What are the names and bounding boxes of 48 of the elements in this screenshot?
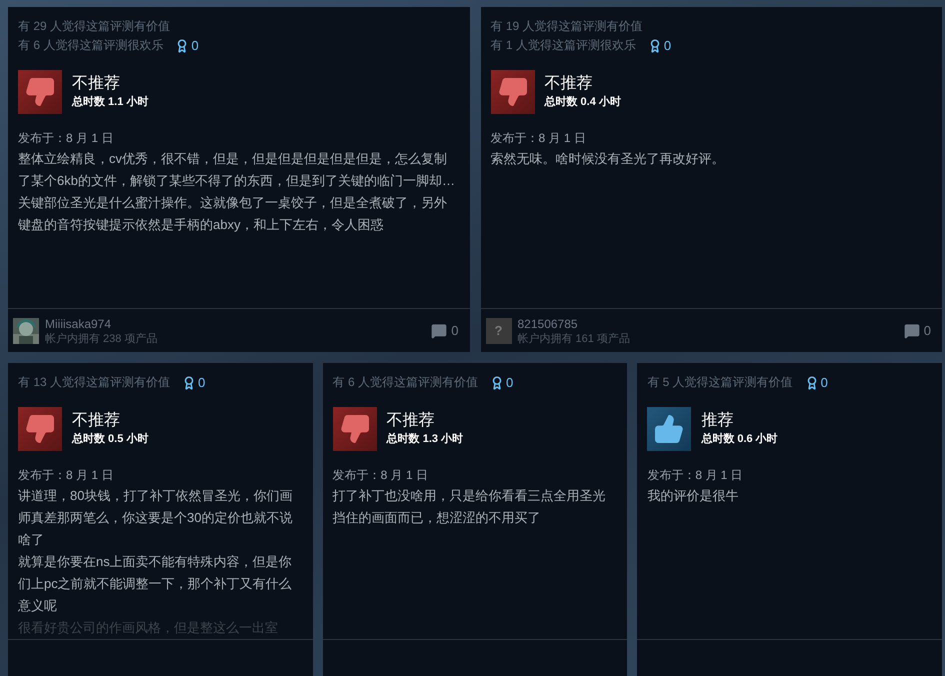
helpful-count: 有 5 人觉得这篇评测有价值 <box>647 374 793 392</box>
comment-count[interactable]: 0 <box>431 320 458 340</box>
helpful-count: 有 6 人觉得这篇评测有价值 <box>332 374 478 392</box>
review-text: 我的评价是很牛 <box>647 486 740 504</box>
playtime: 总时数 1.1 小时 <box>72 94 148 110</box>
funny-count: 有 1 人觉得这篇评测很欢乐 <box>490 37 636 54</box>
comments-icon <box>904 322 920 338</box>
thumbs-down-icon <box>24 76 56 108</box>
verdict-title: 不推荐 <box>544 74 594 94</box>
review-text: 就算是你要在ns上面卖不能有特殊内容，但是你们上pc之前就不能调整一下，那个补丁又有什么意义呢 <box>18 552 293 614</box>
award-count[interactable]: 0 <box>175 36 199 56</box>
review-text: 整体立绘精良，cv优秀，很不错，但是，但是但是但是但是但是，怎么复制了某个6kb的文件，解锁了某些不得了的东西，但是到了关键的临门一脚却…关键部位圣光是什么蜜汁操作。这就像包了一桌饺子，但是全煮破了，另外键盘的音符按键提示依然是手柄的abxy，和上下左右，令人困惑 <box>18 150 456 234</box>
verdict-title: 不推荐 <box>72 74 121 94</box>
author-name[interactable]: 821506785 <box>518 316 630 332</box>
post-date: 发布于：8 月 1 日 <box>18 466 114 484</box>
funny-count: 有 6 人觉得这篇评测很欢乐 <box>18 37 164 54</box>
comment-count[interactable]: 0 <box>904 320 931 340</box>
playtime: 总时数 1.3 小时 <box>386 432 464 446</box>
helpful-count: 有 13 人觉得这篇评测有价值 <box>18 374 170 392</box>
post-date: 发布于：8 月 1 日 <box>647 466 744 484</box>
thumbs-down-icon <box>338 412 371 444</box>
verdict-title: 推荐 <box>701 410 734 430</box>
award-count[interactable]: 0 <box>182 373 206 392</box>
author-name[interactable]: Miiiisaka974 <box>45 316 158 332</box>
review-text: 索然无味。啥时候没有圣光了再改好评。 <box>490 150 726 168</box>
verdict-title: 不推荐 <box>72 410 121 430</box>
post-date: 发布于：8 月 1 日 <box>490 130 587 146</box>
helpful-count: 有 19 人觉得这篇评测有价值 <box>490 18 644 35</box>
review-text: 打了补丁也没啥用，只是给你看看三点全用圣光挡住的画面而已，想涩涩的不用买了 <box>332 486 607 526</box>
verdict-title: 不推荐 <box>386 410 436 430</box>
post-date: 发布于：8 月 1 日 <box>332 466 430 484</box>
default-avatar: ? <box>486 318 512 344</box>
award-count[interactable]: 0 <box>648 36 672 56</box>
helpful-count: 有 29 人觉得这篇评测有价值 <box>18 18 172 35</box>
product-count: 帐户内拥有 238 项产品 <box>45 332 158 346</box>
playtime: 总时数 0.6 小时 <box>701 432 778 446</box>
product-count: 帐户内拥有 161 项产品 <box>518 332 630 346</box>
thumbs-down-icon <box>496 76 528 108</box>
playtime: 总时数 0.4 小时 <box>544 94 621 110</box>
award-icon <box>490 376 504 390</box>
thumbs-down-icon <box>24 412 56 444</box>
post-date: 发布于：8 月 1 日 <box>18 130 114 146</box>
review-text: 讲道理，80块钱，打了补丁依然冒圣光，你们画师真差那两笔么，你这要是个30的定价也就不说啥了 <box>18 486 294 548</box>
thumbs-up-icon <box>653 412 686 444</box>
award-count[interactable]: 0 <box>804 373 828 392</box>
playtime: 总时数 0.5 小时 <box>72 432 148 446</box>
award-count[interactable]: 0 <box>490 373 514 392</box>
comments-icon <box>431 322 448 338</box>
